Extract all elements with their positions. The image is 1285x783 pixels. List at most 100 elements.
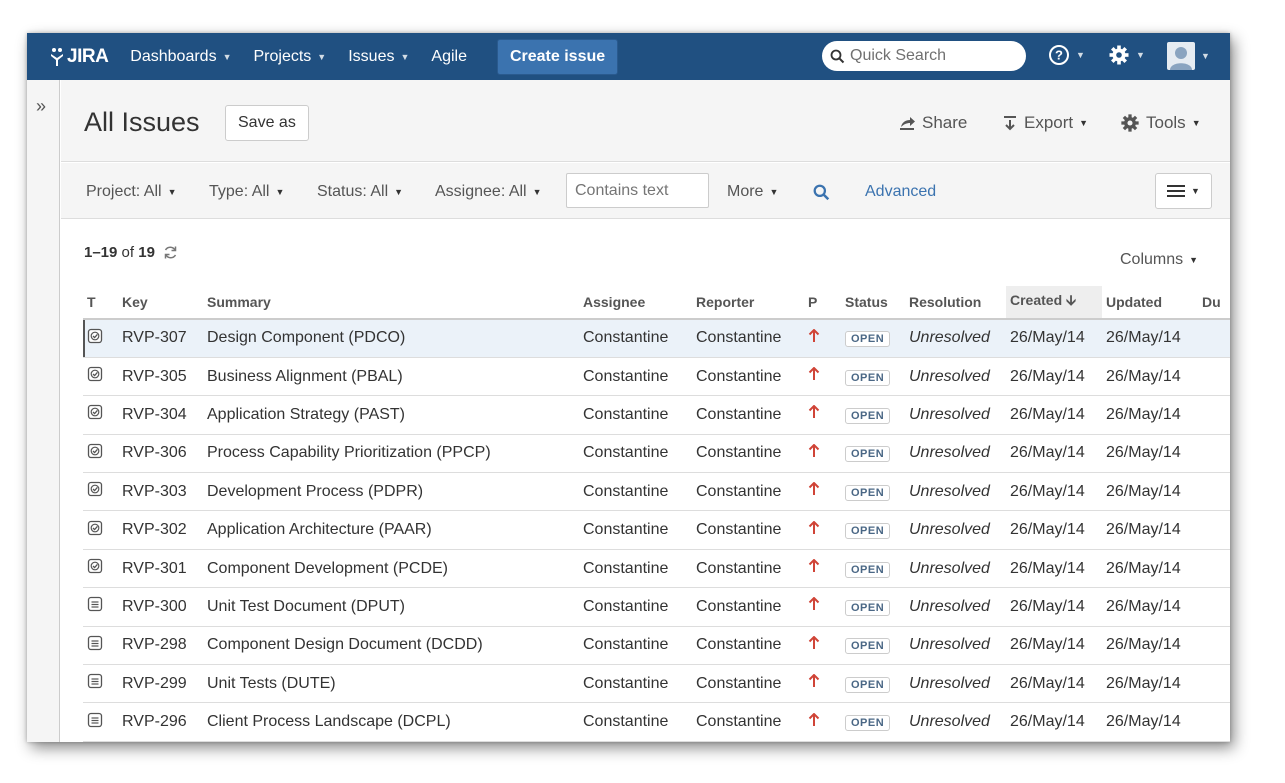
status-filter[interactable]: Status: All ▼: [317, 183, 403, 201]
col-header-type[interactable]: T: [83, 286, 118, 320]
issue-key-link[interactable]: RVP-305: [118, 357, 203, 397]
issue-reporter: Constantine: [692, 434, 804, 474]
nav-issues[interactable]: Issues ▼: [348, 48, 409, 66]
issue-priority-cell: [804, 549, 841, 589]
issue-summary-link[interactable]: Application Architecture (PAAR): [203, 510, 579, 550]
nav-dashboards[interactable]: Dashboards ▼: [130, 48, 231, 66]
table-row[interactable]: RVP-300 Unit Test Document (DPUT) Constant…: [83, 587, 1230, 627]
search-button[interactable]: [813, 184, 830, 201]
issue-created: 26/May/14: [1006, 510, 1102, 550]
table-row[interactable]: RVP-296 Client Process Landscape (DCPL) Co…: [83, 702, 1230, 742]
col-header-created[interactable]: Created 🡫: [1006, 286, 1102, 320]
chevron-down-icon: ▼: [532, 187, 542, 197]
table-row[interactable]: RVP-307 Design Component (PDCO) Constantin…: [83, 319, 1230, 358]
col-header-key[interactable]: Key: [118, 286, 203, 320]
status-badge: OPEN: [845, 561, 891, 578]
issue-priority-cell: [804, 626, 841, 666]
layout-switcher-button[interactable]: ▼: [1155, 173, 1212, 209]
table-row[interactable]: RVP-298 Component Design Document (DCDD) C…: [83, 626, 1230, 666]
project-filter[interactable]: Project: All ▼: [86, 183, 177, 201]
issue-key-link[interactable]: RVP-302: [118, 510, 203, 550]
issue-key-link[interactable]: RVP-301: [118, 549, 203, 589]
table-row[interactable]: RVP-303 Development Process (PDPR) Constan…: [83, 472, 1230, 512]
issue-summary-link[interactable]: Development Process (PDPR): [203, 472, 579, 512]
chevron-down-icon: ▼: [1191, 186, 1200, 196]
issue-summary-link[interactable]: Component Development (PCDE): [203, 549, 579, 589]
col-header-due[interactable]: Du: [1198, 286, 1230, 320]
issue-key-link[interactable]: RVP-300: [118, 587, 203, 627]
col-header-updated[interactable]: Updated: [1102, 286, 1198, 320]
issue-type-cell: [83, 395, 118, 435]
issue-key-link[interactable]: RVP-306: [118, 434, 203, 474]
priority-major-icon: [808, 673, 820, 692]
col-header-resolution[interactable]: Resolution: [905, 286, 1006, 320]
issue-priority-cell: [804, 395, 841, 435]
help-menu[interactable]: ? ▼: [1048, 44, 1085, 66]
issue-due: [1198, 395, 1230, 435]
results-total: 19: [138, 244, 155, 261]
menu-icon: [1167, 185, 1186, 197]
issue-summary-link[interactable]: Unit Test Document (DPUT): [203, 587, 579, 627]
table-row[interactable]: RVP-301 Component Development (PCDE) Const…: [83, 549, 1230, 589]
col-header-status[interactable]: Status: [841, 286, 905, 320]
user-menu[interactable]: ▼: [1167, 42, 1210, 70]
jira-logo[interactable]: JIRA: [49, 46, 109, 68]
share-button[interactable]: Share: [898, 113, 967, 133]
more-filter[interactable]: More ▼: [727, 183, 778, 201]
issue-summary-link[interactable]: Business Alignment (PBAL): [203, 357, 579, 397]
chevron-down-icon: ▼: [1079, 118, 1089, 128]
table-row[interactable]: RVP-304 Application Strategy (PAST) Consta…: [83, 395, 1230, 435]
col-header-priority[interactable]: P: [804, 286, 841, 320]
table-row[interactable]: RVP-305 Business Alignment (PBAL) Constant…: [83, 357, 1230, 397]
quick-search-input[interactable]: Quick Search: [822, 41, 1026, 71]
table-row[interactable]: RVP-306 Process Capability Prioritization…: [83, 434, 1230, 474]
issue-key-link[interactable]: RVP-304: [118, 395, 203, 435]
issue-type-cell: [83, 357, 118, 397]
issue-status-cell: OPEN: [841, 587, 905, 627]
issue-reporter: Constantine: [692, 587, 804, 627]
issue-summary-link[interactable]: Design Component (PDCO): [203, 319, 579, 358]
issue-due: [1198, 702, 1230, 742]
issue-updated: 26/May/14: [1102, 587, 1198, 627]
expand-sidebar-icon[interactable]: »: [36, 96, 46, 117]
col-header-summary[interactable]: Summary: [203, 286, 579, 320]
col-header-assignee[interactable]: Assignee: [579, 286, 692, 320]
issue-updated: 26/May/14: [1102, 510, 1198, 550]
admin-menu[interactable]: ▼: [1108, 44, 1145, 66]
sort-desc-icon: 🡫: [1066, 292, 1077, 308]
contains-text-input[interactable]: [566, 173, 709, 208]
issue-summary-link[interactable]: Unit Tests (DUTE): [203, 664, 579, 704]
type-filter[interactable]: Type: All ▼: [209, 183, 284, 201]
issue-key-link[interactable]: RVP-307: [118, 319, 203, 358]
issue-key-link[interactable]: RVP-296: [118, 702, 203, 742]
issue-key-link[interactable]: RVP-299: [118, 664, 203, 704]
nav-agile[interactable]: Agile: [431, 48, 467, 66]
table-row[interactable]: RVP-299 Unit Tests (DUTE) Constantine Const…: [83, 664, 1230, 704]
issue-priority-cell: [804, 702, 841, 742]
search-icon: [813, 184, 830, 201]
col-header-reporter[interactable]: Reporter: [692, 286, 804, 320]
priority-major-icon: [808, 328, 820, 347]
columns-button[interactable]: Columns ▼: [1120, 251, 1198, 269]
issue-summary-link[interactable]: Application Strategy (PAST): [203, 395, 579, 435]
tools-button[interactable]: Tools ▼: [1120, 113, 1201, 133]
advanced-search-link[interactable]: Advanced: [865, 183, 936, 201]
issue-summary-link[interactable]: Process Capability Prioritization (PPCP): [203, 434, 579, 474]
refresh-icon[interactable]: [163, 245, 178, 260]
table-row[interactable]: RVP-302 Application Architecture (PAAR) Co…: [83, 510, 1230, 550]
save-as-button[interactable]: Save as: [225, 105, 309, 141]
issue-due: [1198, 357, 1230, 397]
assignee-filter[interactable]: Assignee: All ▼: [435, 183, 542, 201]
issue-key-link[interactable]: RVP-303: [118, 472, 203, 512]
create-issue-button[interactable]: Create issue: [496, 38, 619, 75]
issue-priority-cell: [804, 319, 841, 358]
issue-due: [1198, 626, 1230, 666]
issue-summary-link[interactable]: Client Process Landscape (DCPL): [203, 702, 579, 742]
nav-projects[interactable]: Projects ▼: [254, 48, 327, 66]
page-title: All Issues: [84, 107, 200, 137]
issue-reporter: Constantine: [692, 319, 804, 358]
export-button[interactable]: Export ▼: [1002, 113, 1088, 133]
issue-key-link[interactable]: RVP-298: [118, 626, 203, 666]
issue-summary-link[interactable]: Component Design Document (DCDD): [203, 626, 579, 666]
issue-reporter: Constantine: [692, 549, 804, 589]
